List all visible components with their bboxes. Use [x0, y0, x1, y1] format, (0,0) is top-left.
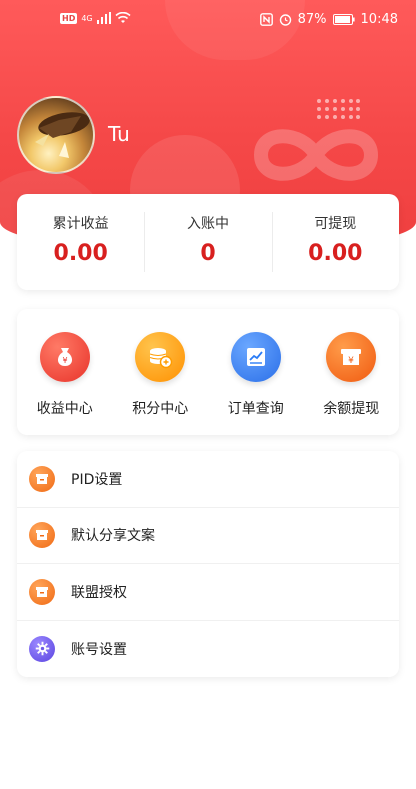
action-balance-withdraw[interactable]: ¥ 余额提现 [304, 309, 400, 435]
list-label: 默认分享文案 [71, 528, 155, 545]
signal-icon [96, 12, 111, 24]
list-item-default-share-text[interactable]: 默认分享文案 [17, 508, 399, 564]
settings-list: PID设置 默认分享文案 联盟授权 账号设置 [17, 451, 399, 677]
list-item-account-settings[interactable]: 账号设置 [17, 621, 399, 678]
archive-box-icon [29, 522, 55, 549]
gear-icon [29, 635, 55, 662]
stat-label: 累计收益 [52, 215, 109, 232]
action-label: 收益中心 [36, 401, 93, 417]
list-item-alliance-auth[interactable]: 联盟授权 [17, 564, 399, 621]
stat-total-earnings[interactable]: 累计收益 0.00 [17, 194, 144, 290]
list-item-pid-settings[interactable]: PID设置 [17, 451, 399, 508]
stat-label: 可提现 [314, 215, 357, 232]
earnings-summary-card: 累计收益 0.00 入账中 0 可提现 0.00 [17, 194, 399, 290]
archive-box-icon [29, 578, 55, 605]
username: Tu [108, 122, 130, 146]
list-label: PID设置 [71, 471, 123, 488]
infinity-decor-icon [253, 129, 379, 181]
svg-text:¥: ¥ [348, 356, 354, 366]
action-points-center[interactable]: 积分中心 [113, 309, 209, 435]
list-label: 联盟授权 [71, 584, 127, 601]
clock: 10:48 [360, 12, 398, 27]
money-bag-icon: ¥ [39, 332, 90, 382]
quick-actions-card: ¥ 收益中心 积分中心 订单查询 ¥ 余额提现 [17, 309, 399, 435]
action-earnings-center[interactable]: ¥ 收益中心 [17, 309, 113, 435]
status-right: 87% 10:48 [259, 12, 398, 27]
stat-value: 0.00 [308, 240, 363, 266]
chart-document-icon [230, 332, 281, 382]
hd-badge: HD [60, 12, 78, 24]
coins-icon [135, 332, 186, 382]
battery-icon [332, 14, 355, 25]
network-type: 4G [81, 13, 93, 23]
action-label: 订单查询 [227, 401, 284, 417]
stat-value: 0 [200, 240, 216, 266]
stat-withdrawable[interactable]: 可提现 0.00 [271, 194, 399, 290]
action-order-query[interactable]: 订单查询 [208, 309, 304, 435]
battery-percent: 87% [297, 12, 327, 27]
wifi-icon [115, 12, 131, 23]
stat-pending[interactable]: 入账中 0 [144, 194, 271, 290]
nfc-icon [259, 13, 273, 26]
stat-value: 0.00 [53, 240, 108, 266]
action-label: 积分中心 [132, 401, 189, 417]
stat-label: 入账中 [186, 215, 229, 232]
list-label: 账号设置 [71, 641, 127, 658]
alarm-icon [279, 14, 291, 26]
yen-box-icon: ¥ [326, 332, 377, 382]
status-left: HD 4G [60, 12, 131, 24]
archive-box-icon [29, 465, 55, 492]
status-bar: HD 4G 87% 10:48 [0, 0, 416, 40]
my-page: HD 4G 87% 10:48 Tu 累计收益 0.00 入账中 0 可提现 0… [0, 0, 416, 789]
avatar[interactable] [17, 96, 95, 174]
svg-text:¥: ¥ [62, 356, 67, 365]
action-label: 余额提现 [323, 401, 380, 417]
